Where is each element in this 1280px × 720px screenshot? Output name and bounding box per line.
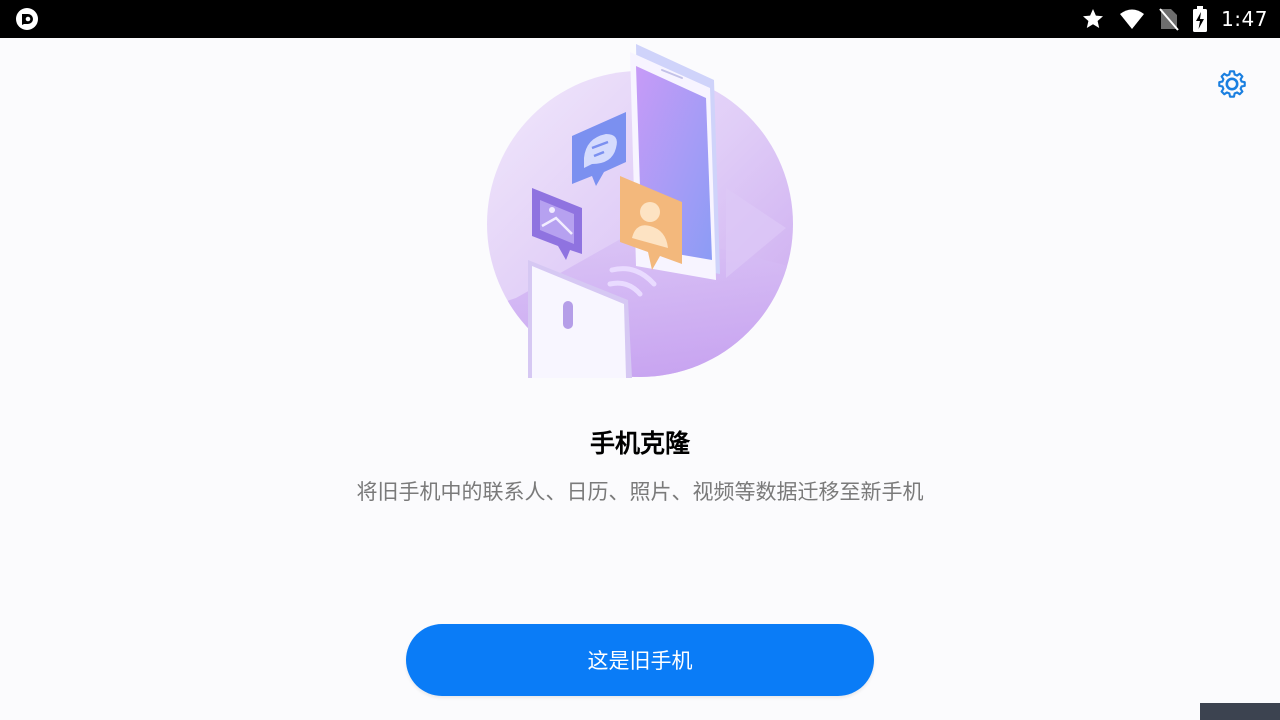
status-time: 1:47 xyxy=(1221,7,1268,31)
status-bar: 1:47 xyxy=(0,0,1280,38)
phone-clone-illustration xyxy=(486,38,794,378)
wifi-icon xyxy=(1119,7,1145,31)
settings-button[interactable] xyxy=(1212,66,1252,106)
phone-clone-screen: 1:47 手机克隆 将旧手机中的联系人、日历、照片、视频等数据迁移至新手机 这是… xyxy=(0,0,1280,720)
star-icon xyxy=(1081,7,1105,31)
status-icons: 1:47 xyxy=(1081,0,1268,38)
no-sim-icon xyxy=(1159,7,1179,31)
battery-charging-icon xyxy=(1193,6,1208,32)
corner-overlay xyxy=(1200,703,1280,720)
app-notification-icon xyxy=(14,6,40,32)
page-title: 手机克隆 xyxy=(589,429,690,458)
gear-icon xyxy=(1216,68,1248,104)
page-description: 将旧手机中的联系人、日历、照片、视频等数据迁移至新手机 xyxy=(356,480,924,504)
old-phone-button[interactable]: 这是旧手机 xyxy=(406,624,874,696)
